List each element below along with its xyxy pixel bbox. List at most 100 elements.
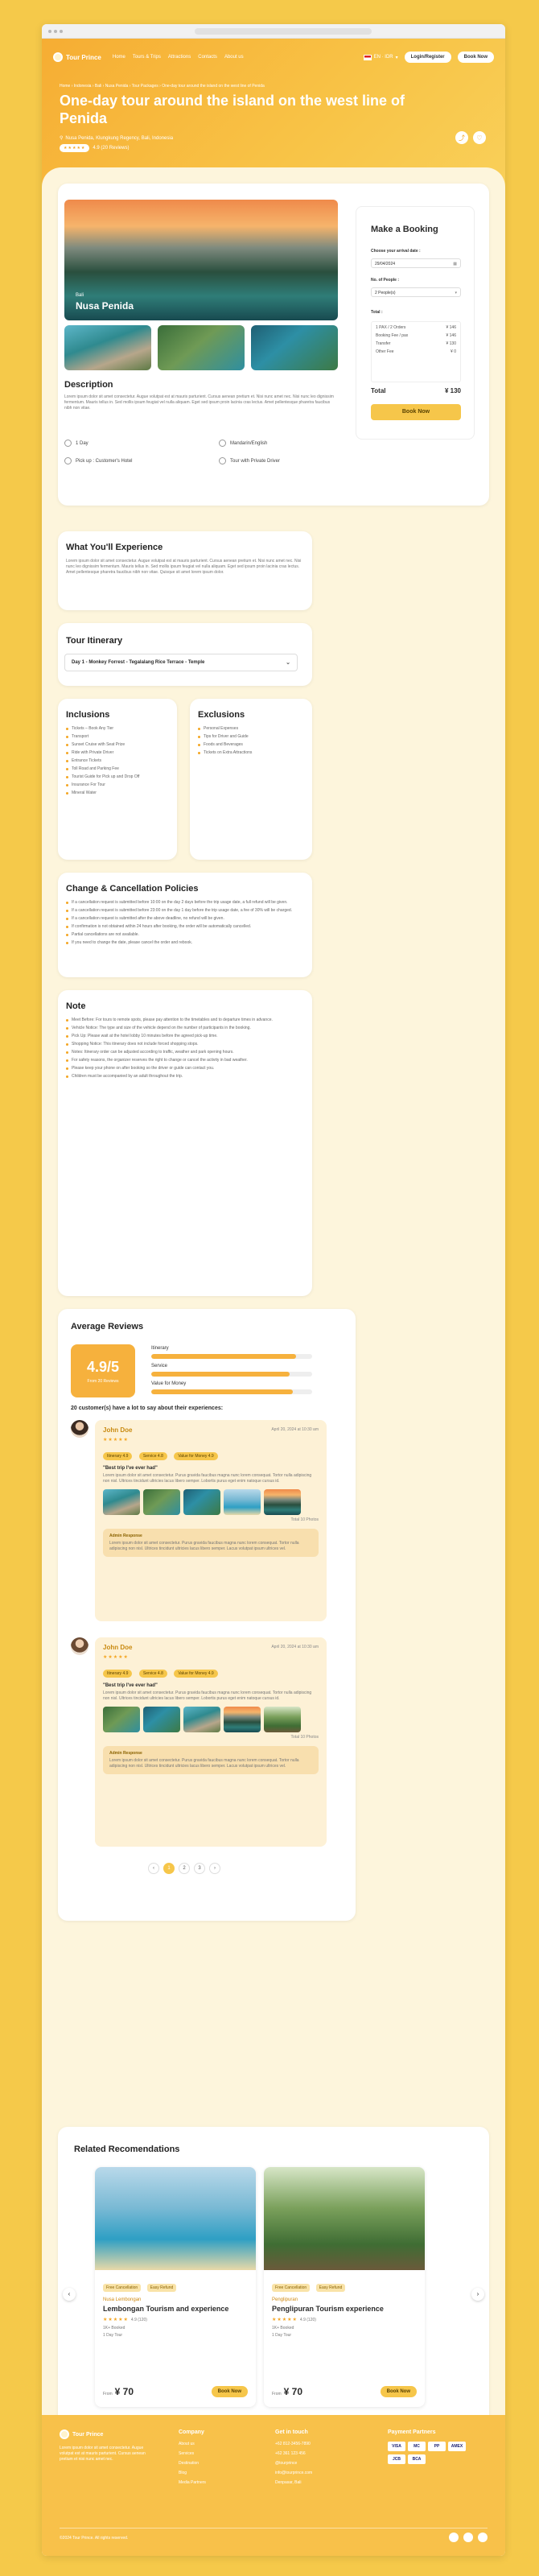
logo-icon [60, 2429, 69, 2439]
review-photo[interactable] [264, 1707, 301, 1732]
info-pickup: Pick up : Customer's Hotel [64, 457, 133, 464]
breadcrumb[interactable]: Home › Indonesia › Bali › Nusa Penida › … [60, 84, 265, 89]
footer-link[interactable]: Blog [179, 2471, 206, 2475]
menu-item-about[interactable]: About us [224, 55, 244, 60]
pagination-page[interactable]: 2 [179, 1863, 190, 1874]
footer-link[interactable]: Media Partners [179, 2480, 206, 2485]
list-item-text: Foods and Beverages [204, 742, 243, 747]
bookmark-icon[interactable]: ♡ [473, 131, 486, 144]
related-book-button[interactable]: Book Now [380, 2386, 417, 2397]
page-title: One-day tour around the island on the we… [60, 93, 405, 126]
gallery-thumb[interactable] [158, 325, 245, 370]
review-photo[interactable] [224, 1489, 261, 1515]
info-language: Mandarin/English [219, 440, 267, 447]
carousel-next-button[interactable]: › [471, 2288, 484, 2301]
main-photo[interactable]: Bali Nusa Penida [64, 200, 338, 320]
carousel-prev-button[interactable]: ‹ [63, 2288, 76, 2301]
exclusions-title: Exclusions [198, 710, 245, 720]
people-select[interactable]: 2 People(s) ▾ [371, 287, 461, 297]
menu-item-contacts[interactable]: Contacts [198, 55, 217, 60]
related-rating: ★★★★★ 4.9 (120) [103, 2317, 249, 2323]
pagination-next[interactable]: › [209, 1863, 220, 1874]
review-photo[interactable] [183, 1707, 220, 1732]
related-section: Related Recomendations ‹ › Free Cancella… [58, 2127, 489, 2449]
instagram-icon[interactable] [463, 2533, 473, 2542]
check-icon [66, 728, 68, 730]
location-text: Nusa Penida, Klungkung Regency, Bali, In… [65, 135, 174, 141]
menu-item-tours[interactable]: Tours & Trips [133, 55, 161, 60]
list-item: Please keep your phone on after booking … [66, 1066, 304, 1071]
pagination-page[interactable]: 3 [194, 1863, 205, 1874]
average-score-sub: From 20 Reviews [87, 1379, 119, 1384]
list-item-text: Tickets – Book Any Tier [72, 726, 114, 731]
footer-contact-item[interactable]: +62 812-3456-7890 [275, 2442, 312, 2446]
note-list: Meet Before: For tours to remote spots, … [66, 1018, 304, 1082]
list-item: Partial cancellations are not available. [66, 932, 304, 938]
review-text: Lorem ipsum dolor sit amet consectetur. … [103, 1690, 312, 1701]
list-item-text: Tickets on Extra Attractions [204, 750, 253, 755]
share-icon[interactable]: ⤴ [455, 131, 468, 144]
price-line-value: ¥ 0 [451, 349, 456, 354]
menu-item-home[interactable]: Home [113, 55, 125, 60]
review-photos [103, 1707, 319, 1732]
review-stars: ★★★★★ [103, 1655, 129, 1660]
review-photos-note[interactable]: Total 10 Photos [103, 1735, 319, 1740]
list-item-text: If a cancellation request is submitted a… [72, 916, 224, 921]
related-card[interactable]: Free Cancellation Easy Refund Nusa Lembo… [95, 2167, 256, 2407]
list-item-text: Tips for Driver and Guide [204, 734, 249, 739]
window-dot [48, 30, 51, 33]
facebook-icon[interactable] [449, 2533, 459, 2542]
chevron-down-icon: ⌄ [286, 660, 290, 666]
list-item-text: If you need to change the date, please c… [72, 940, 193, 945]
gallery-thumb[interactable] [64, 325, 151, 370]
footer-link[interactable]: Services [179, 2451, 206, 2456]
review-photos-note[interactable]: Total 10 Photos [103, 1517, 319, 1522]
browser-window: Tour Prince Home Tours & Trips Attractio… [42, 24, 505, 2556]
rating-text[interactable]: 4.9 (20 Reviews) [93, 146, 129, 151]
address-bar[interactable] [195, 28, 372, 35]
header-book-now-button[interactable]: Book Now [457, 52, 494, 63]
related-book-button[interactable]: Book Now [211, 2386, 248, 2397]
gallery-thumb[interactable] [251, 325, 338, 370]
review-photo[interactable] [143, 1489, 180, 1515]
bar-label: Value for Money [151, 1381, 187, 1386]
footer-contact-item[interactable]: @tourprince [275, 2461, 312, 2466]
review-photo[interactable] [264, 1489, 301, 1515]
list-item-text: If a cancellation request is submitted b… [72, 908, 293, 913]
menu-item-attractions[interactable]: Attractions [168, 55, 191, 60]
twitter-icon[interactable] [478, 2533, 488, 2542]
review-photo[interactable] [103, 1707, 140, 1732]
related-card[interactable]: Free Cancellation Easy Refund Penglipura… [264, 2167, 425, 2407]
language-selector[interactable]: EN · IDR ▾ [363, 54, 398, 60]
footer-link[interactable]: Destination [179, 2461, 206, 2466]
admin-reply: Admin Response Lorem ipsum dolor sit ame… [103, 1746, 319, 1774]
footer-link[interactable]: About us [179, 2442, 206, 2446]
footer-contact-item[interactable]: info@tourprince.com [275, 2471, 312, 2475]
related-tag: Free Cancellation [272, 2284, 311, 2292]
review-tags: Itinerary 4.9 Service 4.8 Value for Mone… [103, 1447, 319, 1461]
review-photo[interactable] [103, 1489, 140, 1515]
pagination-prev[interactable]: ‹ [148, 1863, 159, 1874]
bullet-icon [66, 1051, 68, 1054]
footer-contact-item[interactable]: Denpasar, Bali [275, 2480, 312, 2485]
review-photo[interactable] [224, 1707, 261, 1732]
footer-contact-item[interactable]: +62 361 123 456 [275, 2451, 312, 2456]
book-now-button[interactable]: Book Now [371, 404, 461, 420]
pagination-page[interactable]: 1 [163, 1863, 175, 1874]
arrival-date-input[interactable]: 29/04/2024 ▦ [371, 258, 461, 268]
itinerary-day-select[interactable]: Day 1 - Monkey Forrest - Tegalalang Rice… [64, 654, 298, 671]
list-item-text: Ride with Private Driver [72, 750, 114, 755]
logo[interactable]: Tour Prince [53, 52, 101, 62]
review-tag: Itinerary 4.9 [103, 1452, 133, 1460]
bullet-icon [66, 1019, 68, 1022]
visa-icon: VISA [388, 2442, 405, 2451]
inclusions-card: Inclusions Tickets – Book Any Tier Trans… [58, 699, 177, 860]
price-breakdown: 1 PAX / 2 Orders ¥ 146 Booking Fee / pax ¥… [371, 321, 461, 382]
login-register-button[interactable]: Login/Register [404, 52, 451, 63]
related-duration: 1 Day Tour [272, 2333, 292, 2338]
check-icon [66, 776, 68, 778]
bar-label: Service [151, 1364, 168, 1368]
review-photo[interactable] [143, 1707, 180, 1732]
clock-icon [64, 440, 72, 447]
review-photo[interactable] [183, 1489, 220, 1515]
